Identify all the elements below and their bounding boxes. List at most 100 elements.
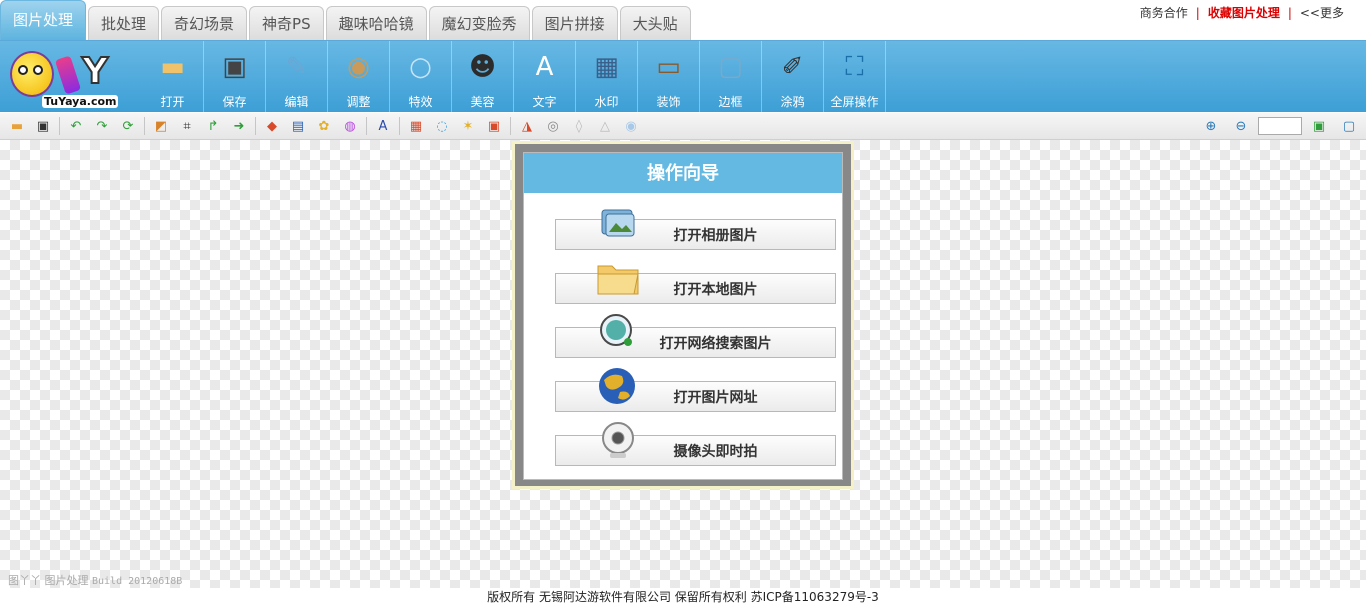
tab-6[interactable]: 图片拼接 (531, 6, 618, 40)
actual-size-icon[interactable]: ▢ (1338, 116, 1360, 136)
color-balance-icon[interactable]: ✿ (313, 116, 335, 136)
edit-pencil-icon: ✎ (285, 52, 308, 82)
guide-button-label: 打开网络搜索图片 (659, 335, 772, 352)
tool-label: 保存 (222, 95, 247, 109)
guide-button-1[interactable]: 打开本地图片 (555, 265, 836, 304)
toolbar-separator (366, 117, 367, 135)
guide-button-label: 打开图片网址 (673, 389, 758, 406)
guide-title: 操作向导 (524, 153, 842, 193)
image-icon[interactable]: ▤ (287, 116, 309, 136)
resize-icon[interactable]: ◩ (150, 116, 172, 136)
tab-0[interactable]: 图片处理 (0, 0, 87, 40)
tool-label: 装饰 (656, 95, 681, 109)
tool-button-7[interactable]: ▦ 水印 (576, 41, 638, 113)
folder-icon: ▬ (160, 52, 185, 82)
logo-eye-icon (18, 65, 28, 75)
logo-brush-icon (54, 55, 82, 95)
toolbar-separator (255, 117, 256, 135)
fullscreen-icon: ⛶ (845, 51, 864, 82)
brush-icon: ✐ (781, 52, 804, 82)
rotate-icon[interactable]: ↱ (202, 116, 224, 136)
guide-button-0[interactable]: 打开相册图片 (555, 209, 836, 250)
frame-small-icon[interactable]: ▣ (483, 116, 505, 136)
refresh-icon[interactable]: ⟳ (117, 116, 139, 136)
tool-label: 编辑 (284, 95, 309, 109)
open-folder-icon[interactable]: ▬ (6, 116, 28, 136)
text-a-icon: A (535, 52, 554, 82)
tool-button-6[interactable]: A 文字 (514, 41, 576, 113)
top-links: 商务合作 | 收藏图片处理 | <<更多 (1140, 4, 1344, 21)
logo-eye-icon (33, 65, 43, 75)
tool-button-3[interactable]: ◉ 调整 (328, 41, 390, 113)
palette-small-icon[interactable]: ▦ (405, 116, 427, 136)
tool-label: 打开 (160, 95, 185, 109)
drop-icon[interactable]: ◊ (568, 116, 590, 136)
guide-button-label: 打开相册图片 (673, 227, 758, 244)
guide-button-2[interactable]: 打开网络搜索图片 (555, 314, 836, 358)
save-icon[interactable]: ▣ (32, 116, 54, 136)
bulb-icon[interactable]: ◌ (431, 116, 453, 136)
guide-button-label: 打开本地图片 (673, 281, 758, 298)
zoom-out-icon[interactable]: ⊖ (1230, 116, 1252, 136)
main-toolbar: Y TuYaya.com ▬ 打开 ▣ 保存 ✎ 编辑 ◉ 调整 ○ 特效 ☻ 美容 A 文字 ▦ 水印 ▭ 装饰… (0, 40, 1366, 113)
circle-icon[interactable]: ◉ (620, 116, 642, 136)
tab-2[interactable]: 奇幻场景 (161, 6, 248, 40)
color-wheel-icon[interactable]: ◍ (339, 116, 361, 136)
guide-button-label: 摄像头即时拍 (673, 443, 758, 460)
palette-icon: ◉ (347, 52, 370, 82)
tool-button-4[interactable]: ○ 特效 (390, 41, 452, 113)
album-photos-icon (596, 204, 640, 244)
business-link[interactable]: 商务合作 (1140, 4, 1188, 21)
webcam-icon (596, 420, 640, 460)
tool-button-9[interactable]: ▢ 边框 (700, 41, 762, 113)
tool-button-0[interactable]: ▬ 打开 (142, 41, 204, 113)
stamp-icon[interactable]: ◎ (542, 116, 564, 136)
more-link[interactable]: <<更多 (1300, 4, 1344, 21)
tool-label: 文字 (532, 95, 557, 109)
top-tab-bar: 图片处理 批处理 奇幻场景 神奇PS 趣味哈哈镜 魔幻变脸秀 图片拼接 大头贴 商务合作 | … (0, 0, 1366, 40)
favorite-link[interactable]: 收藏图片处理 (1208, 4, 1280, 21)
tab-7[interactable]: 大头贴 (619, 6, 691, 40)
zoom-in-icon[interactable]: ⊕ (1200, 116, 1222, 136)
tool-button-1[interactable]: ▣ 保存 (204, 41, 266, 113)
build-info: 图丫丫 图片处理 Build 20120618B (8, 572, 182, 588)
undo-icon[interactable]: ↶ (65, 116, 87, 136)
tab-strip: 图片处理 批处理 奇幻场景 神奇PS 趣味哈哈镜 魔幻变脸秀 图片拼接 大头贴 (0, 0, 693, 40)
logo-site-text: TuYaya.com (42, 95, 119, 108)
zoom-input[interactable] (1258, 117, 1302, 135)
globe-icon (596, 366, 640, 406)
fit-window-icon[interactable]: ▣ (1308, 116, 1330, 136)
flip-icon[interactable]: ➜ (228, 116, 250, 136)
tool-label: 涂鸦 (780, 95, 805, 109)
separator: | (1287, 5, 1292, 20)
tab-4[interactable]: 趣味哈哈镜 (325, 6, 427, 40)
tool-button-11[interactable]: ⛶ 全屏操作 (824, 41, 886, 113)
guide-button-3[interactable]: 打开图片网址 (555, 368, 836, 412)
tuyaya-logo[interactable]: Y TuYaya.com (8, 47, 130, 109)
secondary-toolbar: ▬ ▣ ↶ ↷ ⟳ ◩ ⌗ ↱ ➜ ◆ ▤ ✿ ◍ A ▦ ◌ ✶ ▣ ◮ ◎ ◊ △ ◉ ⊕ ⊖ ▣ ▢ (0, 113, 1366, 140)
layers-icon[interactable]: ◆ (261, 116, 283, 136)
tool-button-5[interactable]: ☻ 美容 (452, 41, 514, 113)
tool-button-2[interactable]: ✎ 编辑 (266, 41, 328, 113)
toolbar-separator (510, 117, 511, 135)
pen-tool-icon[interactable]: ◮ (516, 116, 538, 136)
tool-button-10[interactable]: ✐ 涂鸦 (762, 41, 824, 113)
build-name: 图丫丫 图片处理 (8, 574, 89, 587)
triangle-icon[interactable]: △ (594, 116, 616, 136)
border-frame-icon: ▢ (718, 52, 743, 82)
separator: | (1195, 5, 1200, 20)
logo-mark: Y (81, 50, 109, 93)
tool-button-8[interactable]: ▭ 装饰 (638, 41, 700, 113)
toolbar-separator (59, 117, 60, 135)
crop-icon[interactable]: ⌗ (176, 116, 198, 136)
sparkle-icon[interactable]: ✶ (457, 116, 479, 136)
face-icon: ☻ (468, 52, 497, 82)
tab-3[interactable]: 神奇PS (249, 6, 324, 40)
watermark-icon: ▦ (594, 52, 619, 82)
tab-1[interactable]: 批处理 (88, 6, 160, 40)
tab-5[interactable]: 魔幻变脸秀 (428, 6, 530, 40)
tool-label: 特效 (408, 95, 433, 109)
text-icon[interactable]: A (372, 116, 394, 136)
redo-icon[interactable]: ↷ (91, 116, 113, 136)
guide-button-4[interactable]: 摄像头即时拍 (555, 422, 836, 466)
